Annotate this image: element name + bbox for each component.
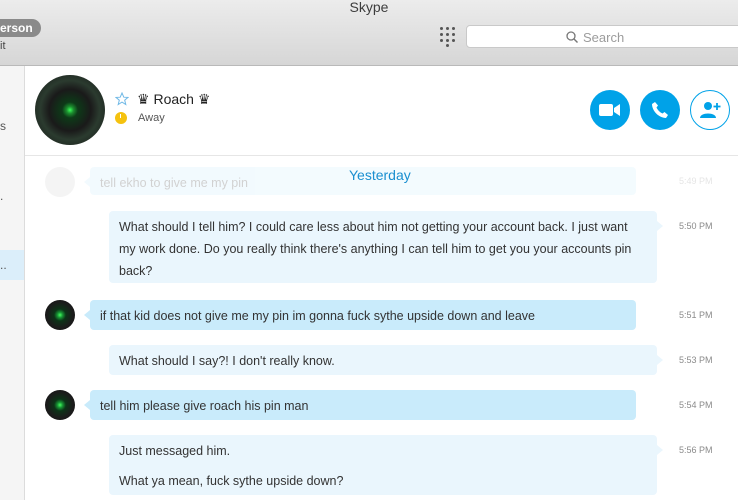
away-status-icon <box>115 112 127 124</box>
message-time: 5:53 PM <box>679 355 713 365</box>
contact-status: Away <box>138 112 165 124</box>
message-time: 5:56 PM <box>679 445 713 455</box>
phone-icon <box>652 102 668 118</box>
contact-header: ♛ Roach ♛ Away <box>25 66 738 156</box>
contact-avatar-small <box>45 167 75 197</box>
search-icon <box>566 31 578 43</box>
message-bubble-outgoing[interactable]: Just messaged him. What ya mean, fuck sy… <box>109 435 663 495</box>
sidebar-item-selected[interactable]: .. <box>0 250 24 280</box>
message-text: What should I say?! I don't really know. <box>119 354 335 368</box>
crown-icon: ♛ <box>137 91 150 107</box>
message-time: 5:51 PM <box>679 310 713 320</box>
search-input[interactable] <box>583 28 723 46</box>
contact-name-line: ♛ Roach ♛ <box>137 91 210 108</box>
message-time: 5:54 PM <box>679 400 713 410</box>
message-time: 5:50 PM <box>679 221 713 231</box>
sidebar-item-1[interactable]: s <box>0 111 24 141</box>
title-bar: Skype erson it <box>0 0 738 66</box>
contact-name: Roach <box>153 91 194 107</box>
add-contact-button[interactable] <box>690 90 730 130</box>
sidebar: s . .. <box>0 66 25 500</box>
message-bubble-outgoing[interactable]: What should I say?! I don't really know. <box>109 345 663 375</box>
contact-avatar[interactable] <box>35 75 105 145</box>
search-box[interactable] <box>466 25 738 48</box>
user-name-pill[interactable]: erson <box>0 19 41 37</box>
message-bubble-incoming[interactable]: if that kid does not give me my pin im g… <box>84 300 636 330</box>
favorite-star-icon[interactable] <box>115 92 129 106</box>
dialpad-icon[interactable] <box>440 27 456 47</box>
message-bubble-incoming[interactable]: tell him please give roach his pin man <box>84 390 636 420</box>
message-bubble-outgoing[interactable]: What should I tell him? I could care les… <box>109 211 663 283</box>
message-text: tell ekho to give me my pin <box>100 176 248 190</box>
contact-avatar-small <box>45 390 75 420</box>
audio-call-button[interactable] <box>640 90 680 130</box>
sidebar-item-2[interactable]: . <box>0 181 24 211</box>
message-text: What ya mean, fuck sythe upside down? <box>119 474 344 488</box>
message-text: tell him please give roach his pin man <box>100 399 309 413</box>
user-subtitle: it <box>0 40 6 52</box>
video-call-icon <box>599 104 620 116</box>
message-text: if that kid does not give me my pin im g… <box>100 309 535 323</box>
crown-icon: ♛ <box>197 91 211 107</box>
date-divider: Yesterday <box>349 167 411 183</box>
message-time: 5:49 PM <box>679 176 713 186</box>
add-contact-icon <box>700 102 721 118</box>
window-title: Skype <box>349 0 389 15</box>
video-call-button[interactable] <box>590 90 630 130</box>
contact-avatar-small <box>45 300 75 330</box>
chat-transcript[interactable]: tell ekho to give me my pin 5:49 PM Yest… <box>25 157 738 500</box>
message-text: What should I tell him? I could care les… <box>119 220 632 278</box>
message-text: Just messaged him. <box>119 444 231 458</box>
